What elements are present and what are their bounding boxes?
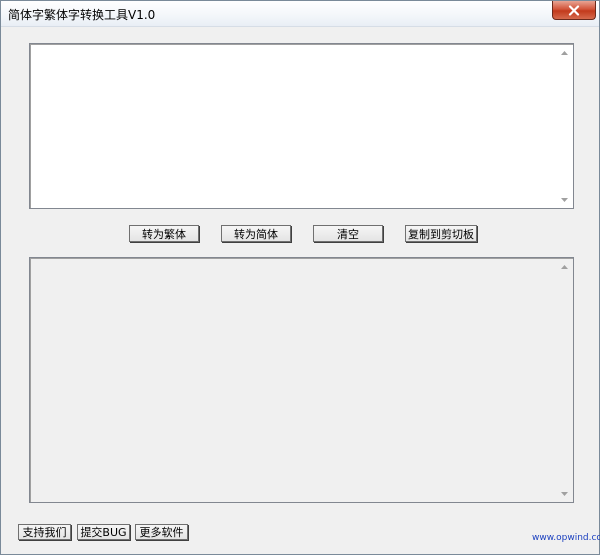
scroll-up-icon (561, 50, 568, 55)
more-software-button[interactable]: 更多软件 (135, 524, 188, 540)
input-textarea[interactable] (32, 46, 557, 206)
scroll-down-icon (561, 491, 568, 496)
output-scroll-down[interactable] (557, 486, 572, 501)
input-scrollbar[interactable] (557, 45, 572, 207)
submit-bug-button[interactable]: 提交BUG (77, 524, 130, 540)
input-scroll-down[interactable] (557, 192, 572, 207)
clear-button[interactable]: 清空 (313, 225, 383, 242)
output-scrollbar[interactable] (557, 259, 572, 501)
scroll-up-icon (561, 264, 568, 269)
output-textbox[interactable] (29, 257, 574, 503)
scroll-down-icon (561, 197, 568, 202)
input-scroll-up[interactable] (557, 45, 572, 60)
website-link[interactable]: www.opwind.com (532, 533, 600, 543)
title-bar[interactable]: 简体字繁体字转换工具V1.0 (1, 1, 599, 27)
support-us-button[interactable]: 支持我们 (18, 524, 71, 540)
to-simplified-button[interactable]: 转为简体 (221, 225, 291, 242)
output-textarea[interactable] (32, 260, 557, 500)
output-scroll-up[interactable] (557, 259, 572, 274)
copy-to-clipboard-button[interactable]: 复制到剪切板 (405, 225, 477, 242)
to-traditional-button[interactable]: 转为繁体 (129, 225, 199, 242)
input-textbox[interactable] (29, 43, 574, 209)
app-window: 简体字繁体字转换工具V1.0 转为繁体 转为简体 清空 复制到剪切板 支持我们 … (0, 0, 600, 555)
window-title: 简体字繁体字转换工具V1.0 (8, 8, 156, 22)
close-icon (568, 4, 580, 16)
close-button[interactable] (552, 1, 596, 20)
